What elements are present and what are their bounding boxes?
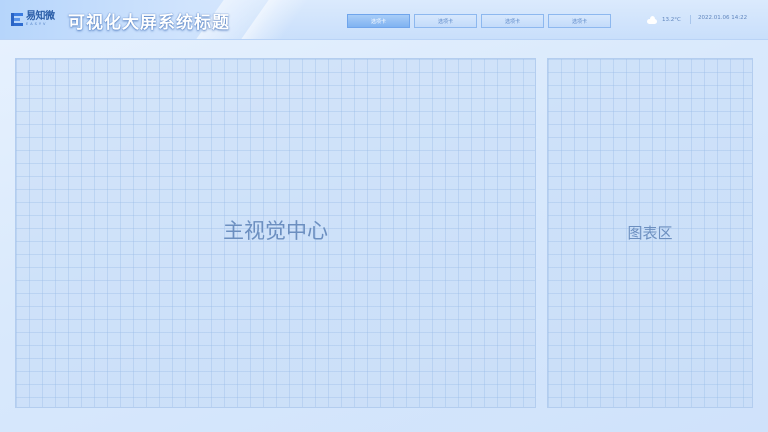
tab-1[interactable]: 选项卡 <box>347 14 410 28</box>
chart-area-label: 图表区 <box>627 223 673 242</box>
weather-widget: 13.2°C <box>646 14 681 26</box>
header-divider <box>690 15 691 24</box>
page-title: 可视化大屏系统标题 <box>68 13 230 33</box>
brand-logo[interactable]: 易知微 EASYV <box>11 11 55 27</box>
chart-area-panel: 图表区 <box>547 58 753 408</box>
logo-mark-icon <box>11 12 23 26</box>
tab-bar: 选项卡 选项卡 选项卡 选项卡 <box>347 14 615 28</box>
tab-3[interactable]: 选项卡 <box>481 14 544 28</box>
cloud-icon <box>646 16 658 24</box>
logo-text: 易知微 EASYV <box>26 10 55 27</box>
header-bar: 易知微 EASYV 可视化大屏系统标题 选项卡 选项卡 选项卡 选项卡 13.2… <box>0 0 768 40</box>
tab-4[interactable]: 选项卡 <box>548 14 611 28</box>
logo-name-cn: 易知微 <box>26 10 55 22</box>
logo-name-en: EASYV <box>26 21 48 26</box>
main-visual-panel: 主视觉中心 <box>15 58 536 408</box>
datetime-display: 2022.01.06 14:22 <box>698 15 748 21</box>
temperature-value: 13.2°C <box>662 17 681 23</box>
main-visual-label: 主视觉中心 <box>223 219 328 243</box>
tab-2[interactable]: 选项卡 <box>414 14 477 28</box>
